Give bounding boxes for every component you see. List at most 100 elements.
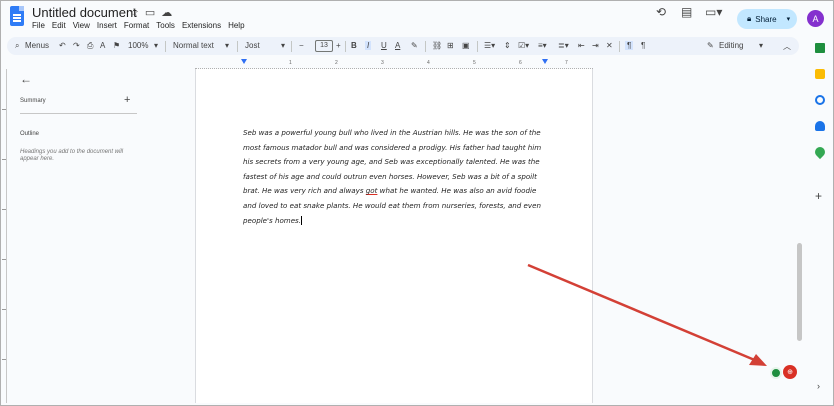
ruler-tick: 2: [335, 60, 338, 66]
divider: [20, 113, 137, 114]
menu-view[interactable]: View: [73, 21, 90, 30]
divider: [619, 41, 620, 52]
align-icon[interactable]: ☰▾: [484, 41, 495, 50]
line-spacing-icon[interactable]: ⇕: [504, 41, 511, 50]
pencil-icon: ✎: [707, 41, 714, 50]
document-body[interactable]: Seb was a powerful young bull who lived …: [243, 126, 545, 228]
bullet-list-icon[interactable]: ≡▾: [538, 41, 547, 50]
divider: [291, 41, 292, 52]
menu-extensions[interactable]: Extensions: [182, 21, 221, 30]
menu-help[interactable]: Help: [228, 21, 244, 30]
summary-label: Summary: [20, 98, 46, 104]
outdent-icon[interactable]: ⇤: [578, 41, 585, 50]
plus-icon[interactable]: +: [815, 189, 822, 203]
cloud-icon[interactable]: ☁: [161, 6, 172, 19]
menu-tools[interactable]: Tools: [156, 21, 175, 30]
document-title[interactable]: Untitled document: [32, 5, 137, 20]
sheets-icon[interactable]: [815, 43, 825, 53]
divider: [477, 41, 478, 52]
menu-format[interactable]: Format: [124, 21, 149, 30]
divider: [425, 41, 426, 52]
spellcheck-icon[interactable]: A: [100, 41, 105, 50]
docs-window: Untitled document ☆ ▭ ☁ File Edit View I…: [0, 0, 834, 406]
back-arrow-icon[interactable]: ←: [20, 72, 32, 86]
ruler-tick: 1: [289, 60, 292, 66]
star-icon[interactable]: ☆: [129, 6, 139, 19]
menu-insert[interactable]: Insert: [97, 21, 117, 30]
share-button[interactable]: 🔒︎ Share ▾: [737, 9, 797, 29]
link-icon[interactable]: ⛓: [432, 41, 442, 50]
indent-marker[interactable]: [241, 59, 247, 64]
ruler-tick: 6: [519, 60, 522, 66]
title-actions: ☆ ▭ ☁: [129, 6, 172, 19]
tasks-icon[interactable]: [815, 95, 825, 105]
bold-button[interactable]: B: [351, 41, 357, 50]
format-icon[interactable]: ¶: [625, 41, 634, 50]
vruler-tick: [2, 209, 6, 210]
ruler-tick: 4: [427, 60, 430, 66]
maps-icon[interactable]: [812, 144, 828, 160]
print-icon[interactable]: ⎙: [87, 41, 93, 51]
avatar[interactable]: A: [807, 10, 824, 27]
outline-hint: Headings you add to the document will ap…: [20, 149, 124, 162]
chevron-down-icon[interactable]: ▾: [787, 15, 791, 23]
location-badge-icon[interactable]: [770, 367, 782, 379]
chevron-down-icon[interactable]: ▾: [281, 41, 285, 50]
share-label: Share: [755, 14, 777, 24]
menu-file[interactable]: File: [32, 21, 45, 30]
side-panel: + ›: [807, 37, 833, 403]
increase-font-button[interactable]: +: [336, 41, 341, 50]
meet-icon[interactable]: ▭▾: [705, 5, 722, 19]
highlight-icon[interactable]: ✎: [411, 41, 418, 50]
italic-button[interactable]: I: [365, 41, 372, 50]
divider: [345, 41, 346, 52]
keep-icon[interactable]: [815, 69, 825, 79]
zoom-select[interactable]: 100%: [128, 41, 148, 50]
redo-icon[interactable]: ↷: [73, 41, 80, 50]
title-bar: Untitled document ☆ ▭ ☁ File Edit View I…: [1, 1, 834, 35]
undo-icon[interactable]: ↶: [59, 41, 66, 50]
font-size-input[interactable]: 13: [315, 40, 333, 52]
checklist-icon[interactable]: ☑▾: [518, 41, 529, 50]
comment-add-icon[interactable]: ⊞: [447, 41, 454, 50]
menus-button[interactable]: Menus: [25, 41, 49, 50]
decrease-font-button[interactable]: −: [299, 41, 304, 50]
vruler-tick: [2, 359, 6, 360]
chevron-down-icon[interactable]: ▾: [225, 41, 229, 50]
font-select[interactable]: Jost: [245, 41, 260, 50]
history-icon[interactable]: ⟲: [656, 5, 666, 19]
extension-badge-icon[interactable]: ⊕: [783, 365, 797, 379]
mode-select[interactable]: Editing: [719, 41, 743, 50]
vertical-ruler: [1, 69, 7, 403]
image-icon[interactable]: ▣: [462, 41, 470, 50]
vruler-tick: [2, 309, 6, 310]
text-color-button[interactable]: A: [395, 41, 400, 50]
misspelled-word[interactable]: got: [366, 186, 378, 195]
vruler-tick: [2, 259, 6, 260]
indent-icon[interactable]: ⇥: [592, 41, 599, 50]
chevron-down-icon[interactable]: ▾: [759, 41, 763, 50]
divider: [237, 41, 238, 52]
plus-icon[interactable]: +: [124, 94, 130, 106]
chevron-down-icon[interactable]: ▾: [154, 41, 158, 50]
scrollbar[interactable]: [797, 243, 802, 341]
text-cursor: [301, 216, 303, 226]
lock-icon: 🔒︎: [747, 14, 752, 23]
collapse-toolbar-icon[interactable]: ︿: [783, 41, 791, 52]
menu-edit[interactable]: Edit: [52, 21, 66, 30]
style-select[interactable]: Normal text: [173, 41, 214, 50]
numbered-list-icon[interactable]: ≣▾: [558, 41, 569, 50]
ruler: 1 2 3 4 5 6 7: [195, 59, 593, 69]
doc-logo-icon[interactable]: [10, 6, 24, 26]
chevron-right-icon[interactable]: ›: [817, 381, 820, 391]
underline-button[interactable]: U: [381, 41, 387, 50]
paint-format-icon[interactable]: ⚑: [113, 41, 120, 50]
contacts-icon[interactable]: [815, 121, 825, 131]
comment-icon[interactable]: ▤: [681, 5, 692, 19]
right-indent-marker[interactable]: [542, 59, 548, 64]
clear-format-icon[interactable]: ✕: [606, 41, 613, 50]
folder-icon[interactable]: ▭: [145, 6, 155, 19]
search-icon[interactable]: ⌕: [15, 41, 19, 51]
format2-icon[interactable]: ¶: [641, 41, 645, 50]
document-page[interactable]: Seb was a powerful young bull who lived …: [195, 69, 593, 403]
